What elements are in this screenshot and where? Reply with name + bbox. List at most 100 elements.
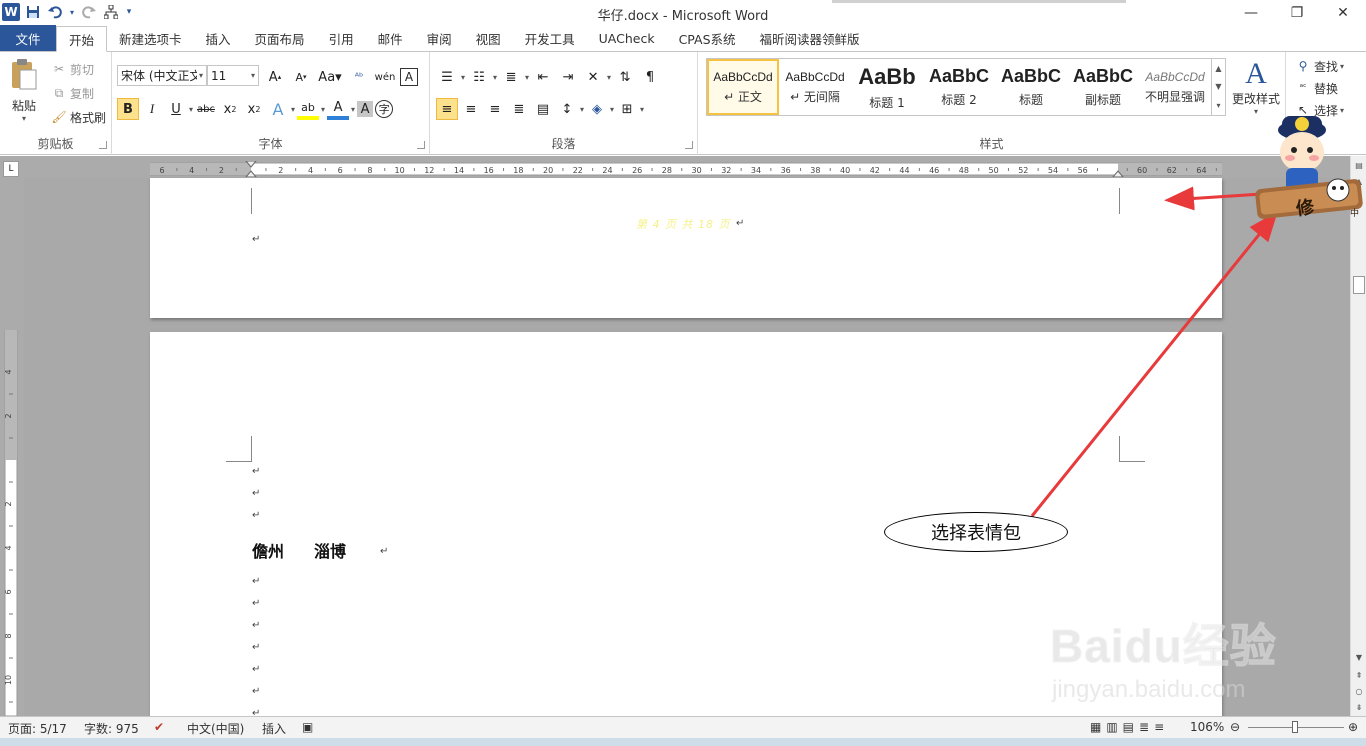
show-marks-icon[interactable]: ¶ xyxy=(639,66,661,88)
clipboard-launcher-icon[interactable] xyxy=(99,141,107,149)
paragraph-launcher-icon[interactable] xyxy=(685,141,693,149)
underline-icon[interactable]: U xyxy=(165,98,187,120)
line-spacing-dropdown-icon[interactable]: ▾ xyxy=(580,105,584,114)
char-border-icon[interactable]: A xyxy=(400,68,418,86)
numbering-dropdown-icon[interactable]: ▾ xyxy=(493,73,497,82)
page-4[interactable]: 第 4 页 共 18 页 ↵ ↵ xyxy=(150,178,1222,318)
horizontal-ruler[interactable]: 6 4 2 2 4 6 8 10 12 14 16 18 20 22 24 26 28 30 32 34 36 38 40 4… xyxy=(150,161,1222,177)
gallery-up-icon[interactable]: ▲ xyxy=(1215,64,1221,73)
superscript-icon[interactable]: x2 xyxy=(243,98,265,120)
zoom-level[interactable]: 106% xyxy=(1190,720,1224,734)
format-painter-button[interactable]: 🖌 格式刷 xyxy=(50,108,106,126)
macro-record-icon[interactable]: ▣ xyxy=(302,720,313,734)
decrease-indent-icon[interactable]: ⇤ xyxy=(532,66,554,88)
paste-dropdown-icon[interactable]: ▾ xyxy=(22,114,26,123)
font-color-icon[interactable]: A xyxy=(327,98,350,120)
scroll-thumb[interactable] xyxy=(1353,276,1365,294)
align-right-icon[interactable]: ≡ xyxy=(484,98,506,120)
distributed-icon[interactable]: ▤ xyxy=(532,98,554,120)
font-family-select[interactable]: 宋体 (中文正文) ▾ xyxy=(117,65,207,86)
borders-icon[interactable]: ⊞ xyxy=(616,98,638,120)
sort-icon[interactable]: ⇅ xyxy=(614,66,636,88)
strikethrough-icon[interactable]: abc xyxy=(195,98,217,120)
style-heading-2[interactable]: AaBbC 标题 2 xyxy=(923,59,995,115)
align-center-icon[interactable]: ≡ xyxy=(460,98,482,120)
tab-selector-icon[interactable]: L xyxy=(3,161,19,177)
increase-indent-icon[interactable]: ⇥ xyxy=(557,66,579,88)
style-no-spacing[interactable]: AaBbCcDd ↵ 无间隔 xyxy=(779,59,851,115)
minimize-icon[interactable]: — xyxy=(1228,0,1274,26)
change-case-icon[interactable]: Aa▾ xyxy=(316,66,344,88)
tab-review[interactable]: 审阅 xyxy=(415,26,464,51)
word-count[interactable]: 字数: 975 xyxy=(84,720,139,737)
justify-icon[interactable]: ≣ xyxy=(508,98,530,120)
borders-dropdown-icon[interactable]: ▾ xyxy=(640,105,644,114)
next-page-icon[interactable]: ⇟ xyxy=(1352,700,1366,714)
tab-new-tab[interactable]: 新建选项卡 xyxy=(107,26,194,51)
vertical-scrollbar[interactable]: ▤ ▲ ▼ ⇞ ○ ⇟ xyxy=(1350,156,1366,716)
proofing-icon[interactable]: ✔ xyxy=(154,720,164,734)
tab-insert[interactable]: 插入 xyxy=(194,26,243,51)
tab-view[interactable]: 视图 xyxy=(464,26,513,51)
copy-button[interactable]: ⧉ 复制 xyxy=(50,84,94,102)
shading-icon[interactable]: ◈ xyxy=(586,98,608,120)
enclose-char-icon[interactable]: 字 xyxy=(375,100,394,118)
numbering-icon[interactable]: ☷ xyxy=(468,66,490,88)
tab-developer[interactable]: 开发工具 xyxy=(513,26,587,51)
font-launcher-icon[interactable] xyxy=(417,141,425,149)
char-shading-icon[interactable]: A xyxy=(357,101,374,117)
multilevel-dropdown-icon[interactable]: ▾ xyxy=(525,73,529,82)
grow-font-icon[interactable]: A ▴ xyxy=(264,66,286,88)
chinese-layout-dropdown-icon[interactable]: ▾ xyxy=(607,73,611,82)
scroll-down-icon[interactable]: ▼ xyxy=(1352,650,1366,664)
previous-page-icon[interactable]: ⇞ xyxy=(1352,668,1366,682)
gallery-down-icon[interactable]: ▼ xyxy=(1215,82,1221,91)
multilevel-list-icon[interactable]: ≣ xyxy=(500,66,522,88)
tab-home[interactable]: 开始 xyxy=(56,26,108,52)
shrink-font-icon[interactable]: A ▾ xyxy=(290,66,312,88)
highlight-icon[interactable]: ab xyxy=(297,98,320,120)
text-effects-dropdown-icon[interactable]: ▾ xyxy=(291,105,295,114)
clear-format-icon[interactable]: ᴬᵇ xyxy=(348,66,370,88)
phonetic-guide-icon[interactable]: wén xyxy=(374,66,396,88)
tab-references[interactable]: 引用 xyxy=(317,26,366,51)
underline-dropdown-icon[interactable]: ▾ xyxy=(189,105,193,114)
page-counter[interactable]: 页面: 5/17 xyxy=(8,720,67,737)
cut-button[interactable]: ✂ 剪切 xyxy=(50,60,94,78)
subscript-icon[interactable]: x2 xyxy=(219,98,241,120)
language[interactable]: 中文(中国) xyxy=(187,720,244,737)
restore-icon[interactable]: ❐ xyxy=(1274,0,1320,26)
shading-dropdown-icon[interactable]: ▾ xyxy=(610,105,614,114)
chinese-layout-icon[interactable]: ✕ xyxy=(582,66,604,88)
browse-object-icon[interactable]: ○ xyxy=(1352,684,1366,698)
italic-icon[interactable]: I xyxy=(141,98,163,120)
bullets-icon[interactable]: ☰ xyxy=(436,66,458,88)
style-normal[interactable]: AaBbCcDd ↵ 正文 xyxy=(707,59,779,115)
insert-mode[interactable]: 插入 xyxy=(262,720,286,737)
tab-uacheck[interactable]: UACheck xyxy=(587,26,667,51)
close-icon[interactable]: ✕ xyxy=(1320,0,1366,26)
zoom-in-icon[interactable]: ⊕ xyxy=(1348,720,1358,734)
zoom-slider-thumb[interactable] xyxy=(1292,721,1298,733)
bold-icon[interactable]: B xyxy=(117,98,139,120)
tab-mailings[interactable]: 邮件 xyxy=(366,26,415,51)
view-buttons[interactable]: ▦▥▤≣≡ xyxy=(1090,720,1169,734)
tab-page-layout[interactable]: 页面布局 xyxy=(243,26,317,51)
text-effects-icon[interactable]: A xyxy=(267,98,289,120)
style-subtle-emphasis[interactable]: AaBbCcDd 不明显强调 xyxy=(1139,59,1211,115)
bullets-dropdown-icon[interactable]: ▾ xyxy=(461,73,465,82)
zoom-out-icon[interactable]: ⊖ xyxy=(1230,720,1240,734)
style-heading-1[interactable]: AaBb 标题 1 xyxy=(851,59,923,115)
font-size-select[interactable]: 11 ▾ xyxy=(207,65,259,86)
align-left-icon[interactable]: ≡ xyxy=(436,98,458,120)
style-subtitle[interactable]: AaBbC 副标题 xyxy=(1067,59,1139,115)
font-color-dropdown-icon[interactable]: ▾ xyxy=(351,105,355,114)
tab-file[interactable]: 文件 xyxy=(0,25,56,51)
find-button[interactable]: ⚲ 查找 ▾ xyxy=(1294,57,1344,75)
gallery-more-icon[interactable]: ▾ xyxy=(1216,101,1220,110)
tab-foxit[interactable]: 福昕阅读器领鲜版 xyxy=(748,26,872,51)
vertical-ruler[interactable]: 4 2 2 4 6 8 10 xyxy=(3,330,19,716)
style-title[interactable]: AaBbC 标题 xyxy=(995,59,1067,115)
line-spacing-icon[interactable]: ↕ xyxy=(556,98,578,120)
paste-button[interactable]: 粘贴 ▾ xyxy=(6,58,42,123)
